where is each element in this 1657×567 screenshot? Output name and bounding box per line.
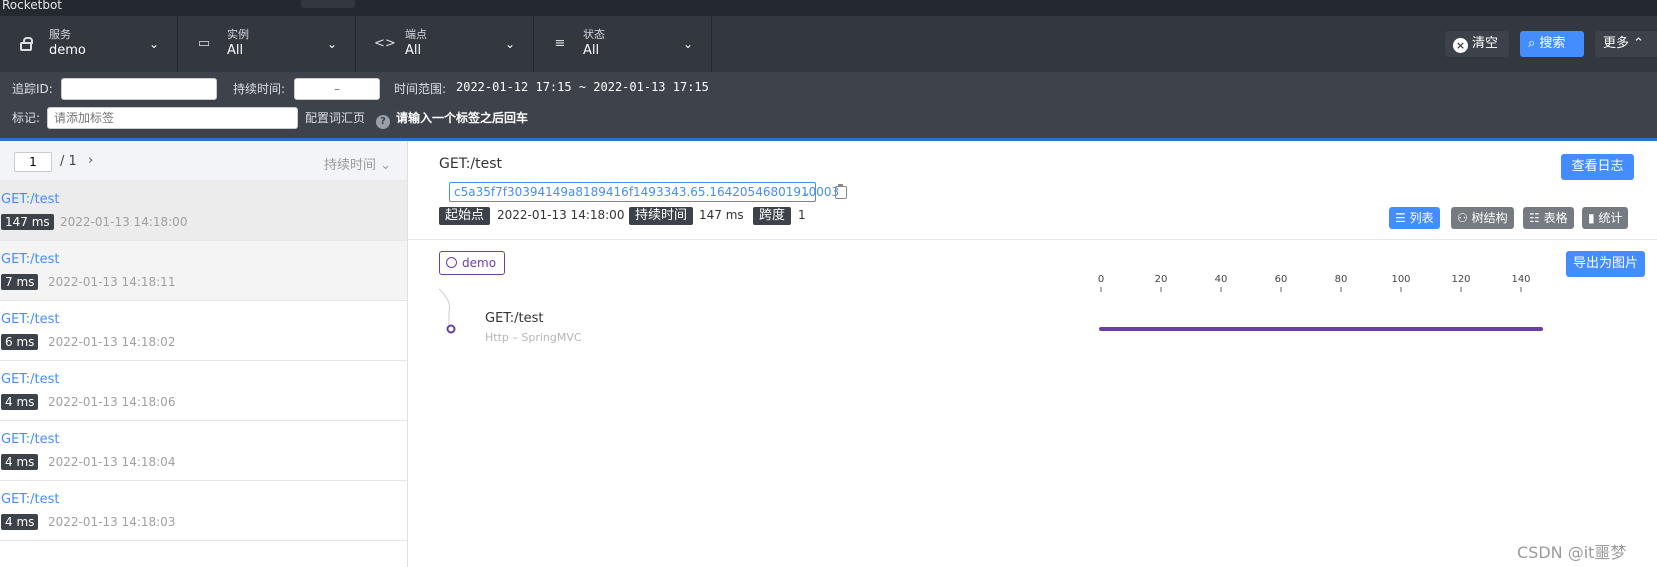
service-select[interactable]: 服务 demo ⌄ [0, 16, 178, 72]
timeline-axis: 0 20 40 60 80 100 120 140 [1098, 274, 1531, 292]
trace-item[interactable]: GET:/test 4 ms 2022-01-13 14:18:06 [0, 361, 407, 421]
tags-label: 标记: [12, 111, 41, 125]
axis-tick-label: 140 [1511, 274, 1530, 285]
service-label: 服务 [49, 28, 71, 41]
brand-name: Rocketbot [2, 0, 63, 12]
watermark: CSDN @it噩梦 [1517, 543, 1627, 562]
trace-time: 2022-01-13 14:18:02 [48, 335, 176, 349]
trace-time: 2022-01-13 14:18:04 [48, 455, 176, 469]
help-icon[interactable]: ? [376, 115, 390, 129]
trace-name: GET:/test [1, 432, 60, 447]
page-total: / 1 [60, 154, 77, 169]
tags-hint: 请输入一个标签之后回车 [396, 111, 529, 125]
trace-time: 2022-01-13 14:18:00 [60, 215, 188, 229]
instance-label: 实例 [227, 28, 249, 41]
chevron-right-icon[interactable]: › [88, 153, 93, 168]
service-value: demo [49, 43, 86, 58]
duration-badge: 147 ms [1, 214, 54, 230]
stack-icon: ≡ [554, 36, 566, 51]
code-icon: <> [374, 36, 396, 51]
endpoint-select[interactable]: <> 端点 All ⌄ [356, 16, 534, 72]
trace-name: GET:/test [1, 312, 60, 327]
duration-badge: 7 ms [1, 274, 39, 290]
duration-badge: 4 ms [1, 394, 39, 410]
app-bar: Rocketbot [0, 0, 1657, 16]
duration-input[interactable] [294, 78, 380, 100]
duration-badge: 6 ms [1, 334, 39, 350]
axis-tick-label: 20 [1155, 274, 1168, 285]
trace-time: 2022-01-13 14:18:11 [48, 275, 176, 289]
endpoint-value: All [405, 43, 422, 58]
trace-id-label: 追踪ID: [12, 82, 53, 96]
tree-connector [438, 288, 450, 325]
axis-tick-label: 60 [1275, 274, 1288, 285]
page-input[interactable] [14, 152, 52, 172]
clear-label: 清空 [1472, 36, 1499, 51]
instance-value: All [227, 43, 244, 58]
trace-name: GET:/test [1, 192, 60, 207]
monitor-icon: ▭ [197, 36, 211, 51]
more-button[interactable]: 更多 ⌃ [1595, 31, 1657, 57]
trace-name: GET:/test [1, 372, 60, 387]
chevron-down-icon: ⌄ [326, 37, 337, 51]
tags-input[interactable] [47, 107, 298, 129]
status-select[interactable]: ≡ 状态 All ⌄ [534, 16, 712, 72]
duration-badge: 4 ms [1, 454, 39, 470]
axis-tick-label: 0 [1098, 274, 1104, 285]
trace-time: 2022-01-13 14:18:03 [48, 515, 176, 529]
close-circle-icon: × [1453, 38, 1468, 53]
trace-item[interactable]: GET:/test 7 ms 2022-01-13 14:18:11 [0, 241, 407, 301]
axis-tick-label: 120 [1451, 274, 1470, 285]
axis-tick-label: 100 [1391, 274, 1410, 285]
chevron-down-icon: ⌄ [504, 37, 515, 51]
trace-item[interactable]: GET:/test 147 ms 2022-01-13 14:18:00 [0, 181, 407, 241]
trace-list-pane: / 1 › 持续时间 ⌄ GET:/test 147 ms 2022-01-13… [0, 141, 408, 567]
trace-time: 2022-01-13 14:18:06 [48, 395, 176, 409]
trace-item[interactable]: GET:/test 4 ms 2022-01-13 14:18:04 [0, 421, 407, 481]
sort-label: 持续时间 [324, 158, 377, 173]
time-range-label: 时间范围: [394, 82, 447, 96]
trace-item[interactable]: GET:/test 6 ms 2022-01-13 14:18:02 [0, 301, 407, 361]
time-range-value[interactable]: 2022-01-12 17:15 ~ 2022-01-13 17:15 [456, 80, 709, 94]
endpoint-label: 端点 [405, 28, 427, 41]
instance-select[interactable]: ▭ 实例 All ⌄ [178, 16, 356, 72]
app-tab[interactable] [301, 0, 355, 8]
trace-detail: GET:/test 查看日志 c5a35f7f30394149a8189416f… [408, 141, 1657, 567]
pager: / 1 › 持续时间 ⌄ [0, 141, 407, 181]
status-value: All [583, 43, 600, 58]
config-link[interactable]: 配置词汇页 [305, 109, 365, 126]
advanced-filter: 追踪ID: 持续时间: 时间范围: 2022-01-12 17:15 ~ 202… [0, 72, 1657, 138]
span-name[interactable]: GET:/test [485, 311, 544, 326]
status-label: 状态 [583, 28, 605, 41]
more-label: 更多 [1603, 36, 1630, 51]
trace-name: GET:/test [1, 252, 60, 267]
timeline-chart: 0 20 40 60 80 100 120 140 [438, 274, 1543, 334]
axis-tick-label: 80 [1335, 274, 1348, 285]
sort-select[interactable]: 持续时间 ⌄ [324, 154, 391, 173]
trace-item[interactable]: GET:/test 4 ms 2022-01-13 14:18:03 [0, 481, 407, 541]
duration-badge: 4 ms [1, 514, 39, 530]
search-icon: ⌕ [1528, 36, 1540, 51]
lock-icon [20, 37, 33, 51]
span-component: Http – SpringMVC [485, 331, 582, 344]
clear-button[interactable]: × 清空 [1445, 31, 1509, 57]
chevron-down-icon: ⌄ [376, 158, 392, 173]
duration-label: 持续时间: [233, 82, 286, 96]
span-node-dot[interactable] [446, 324, 456, 334]
trace-name: GET:/test [1, 492, 60, 507]
chevron-down-icon: ⌄ [148, 37, 159, 51]
search-button[interactable]: ⌕ 搜索 [1520, 31, 1584, 57]
search-label: 搜索 [1539, 36, 1566, 51]
filter-bar: 服务 demo ⌄ ▭ 实例 All ⌄ <> 端点 All ⌄ ≡ 状态 Al… [0, 16, 1657, 72]
axis-tick-label: 40 [1215, 274, 1228, 285]
chevron-down-icon: ⌄ [682, 37, 693, 51]
chevron-up-icon: ⌃ [1629, 36, 1645, 51]
trace-id-input[interactable] [61, 78, 217, 100]
